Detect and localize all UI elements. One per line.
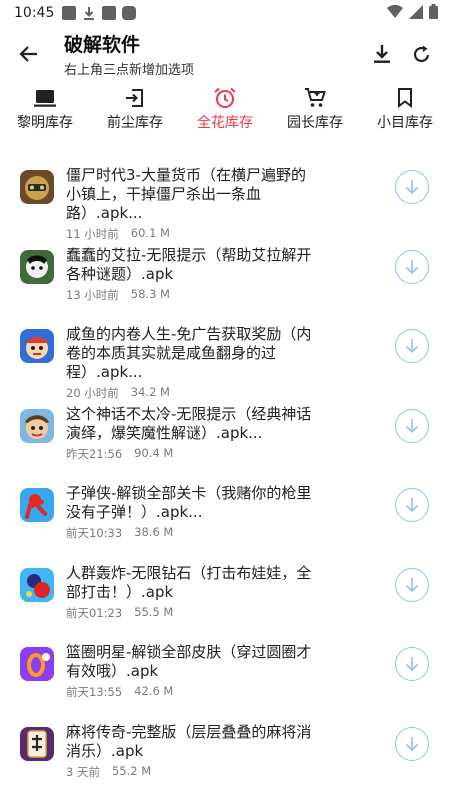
app-meta: 昨天21:56 90.4 M — [66, 446, 173, 462]
refresh-icon — [413, 45, 430, 63]
system-status-icons — [387, 4, 438, 19]
update-time: 前天01:23 — [66, 605, 123, 620]
file-size: 42.6 M — [134, 684, 174, 698]
category-tabs: 黎明库存 前尘库存 全花库存 园长库存 小目库存 — [0, 84, 450, 134]
crowd-bomb-app-icon — [20, 567, 54, 602]
status-bar: 10:45 — [0, 0, 450, 26]
mahjong-app-icon — [20, 726, 54, 761]
app-name: 蠢蠢的艾拉-无限提示（帮助艾拉解开各种谜题）.apk — [66, 245, 312, 283]
myth-app-icon — [20, 408, 54, 443]
tab-label: 黎明库存 — [17, 115, 73, 131]
arrow-down-icon — [405, 418, 419, 433]
download-icon — [374, 45, 390, 63]
app-name: 子弹侠-解锁全部关卡（我赌你的枪里没有子弹！）.apk... — [66, 484, 312, 521]
tab-label: 小目库存 — [377, 115, 433, 131]
update-time: 3 天前 — [66, 764, 100, 779]
app-name: 麻将传奇-完整版（层层叠叠的麻将消消乐）.apk — [66, 722, 312, 760]
arrow-down-icon — [405, 339, 419, 354]
list-item[interactable]: 子弹侠-解锁全部关卡（我赌你的枪里没有子弹！）.apk... 前天10:33 3… — [0, 476, 450, 556]
tab-label: 园长库存 — [287, 115, 343, 131]
app-notification-icon — [102, 6, 117, 20]
app-meta: 前天13:55 42.6 M — [66, 684, 173, 700]
app-name: 人群轰炸-无限钻石（打击布娃娃，全部打击！）.apk — [66, 563, 312, 601]
arrow-down-icon — [405, 657, 419, 672]
list-item[interactable]: 篮圈明星-解锁全部皮肤（穿过圆圈才有效哦）.apk 前天13:55 42.6 M — [0, 635, 450, 715]
download-button[interactable] — [395, 488, 429, 522]
app-name: 咸鱼的内卷人生-免广告获取奖励（内卷的本质其实就是咸鱼翻身的过程）.apk... — [66, 325, 312, 381]
app-meta: 前天01:23 55.5 M — [66, 605, 173, 621]
tab-quanhua[interactable]: 全花库存 — [180, 84, 270, 134]
bullet-man-app-icon — [20, 488, 54, 522]
download-notification-icon — [82, 6, 96, 20]
download-button[interactable] — [395, 567, 429, 602]
download-button[interactable] — [395, 647, 429, 681]
login-icon — [125, 86, 145, 110]
page-subtitle: 右上角三点新增加选项 — [64, 63, 195, 78]
app-meta: 13 小时前 58.3 M — [66, 287, 170, 303]
list-item[interactable]: 僵尸时代3-大量货币（在横尸遍野的小镇上，干掉僵尸杀出一条血路）.apk... … — [0, 158, 450, 241]
update-time: 昨天21:56 — [66, 446, 123, 461]
tab-yuanzhang[interactable]: 园长库存 — [270, 84, 360, 134]
wifi-icon — [387, 4, 403, 18]
tab-label: 全花库存 — [197, 115, 253, 131]
file-size: 55.2 M — [111, 763, 152, 778]
file-size: 90.4 M — [134, 445, 174, 460]
list-item[interactable]: 蠢蠢的艾拉-无限提示（帮助艾拉解开各种谜题）.apk 13 小时前 58.3 M — [0, 238, 450, 318]
notification-icons — [62, 6, 137, 20]
arrow-down-icon — [405, 498, 419, 513]
download-button[interactable] — [395, 726, 429, 761]
file-size: 58.3 M — [130, 286, 170, 301]
tab-qianchen[interactable]: 前尘库存 — [90, 84, 180, 134]
download-button[interactable] — [368, 40, 396, 68]
salted-fish-app-icon — [20, 329, 54, 363]
list-item[interactable]: 咸鱼的内卷人生-免广告获取奖励（内卷的本质其实就是咸鱼翻身的过程）.apk...… — [0, 317, 450, 400]
page-title: 破解软件 — [64, 34, 141, 56]
tab-label: 前尘库存 — [107, 115, 163, 131]
hoop-star-app-icon — [20, 647, 54, 681]
battery-icon — [429, 4, 438, 19]
refresh-button[interactable] — [408, 40, 436, 68]
ella-app-icon — [20, 249, 54, 284]
cart-icon — [304, 86, 326, 110]
list-item[interactable]: 麻将传奇-完整版（层层叠叠的麻将消消乐）.apk 3 天前 55.2 M — [0, 715, 450, 795]
arrow-left-icon — [19, 46, 37, 62]
status-time: 10:45 — [14, 5, 55, 21]
back-button[interactable] — [14, 40, 42, 68]
notification-icon — [62, 6, 77, 20]
tab-xiaomu[interactable]: 小目库存 — [360, 84, 450, 134]
download-button[interactable] — [395, 329, 429, 363]
arrow-down-icon — [405, 180, 419, 195]
app-meta: 前天10:33 38.6 M — [66, 525, 173, 541]
download-button[interactable] — [395, 408, 429, 443]
app-list: 僵尸时代3-大量货币（在横尸遍野的小镇上，干掉僵尸杀出一条血路）.apk... … — [0, 158, 450, 794]
alarm-icon — [213, 86, 237, 110]
download-button[interactable] — [395, 249, 429, 284]
laptop-icon — [34, 86, 56, 110]
bookmark-icon — [397, 86, 413, 110]
app-name: 篮圈明星-解锁全部皮肤（穿过圆圈才有效哦）.apk — [66, 643, 312, 680]
app-name: 这个神话不太冷-无限提示（经典神话演绎，爆笑魔性解谜）.apk... — [66, 404, 312, 442]
update-time: 13 小时前 — [66, 287, 119, 302]
arrow-down-icon — [405, 259, 419, 274]
signal-icon — [409, 4, 423, 19]
list-item[interactable]: 人群轰炸-无限钻石（打击布娃娃，全部打击！）.apk 前天01:23 55.5 … — [0, 556, 450, 636]
app-bar: 破解软件 右上角三点新增加选项 — [0, 26, 450, 82]
download-button[interactable] — [395, 170, 429, 204]
zombie-age-app-icon — [20, 170, 54, 204]
update-time: 前天13:55 — [66, 685, 123, 699]
arrow-down-icon — [405, 736, 419, 751]
arrow-down-icon — [405, 577, 419, 592]
app-meta: 3 天前 55.2 M — [66, 764, 151, 780]
app-notification-icon-2 — [122, 6, 137, 20]
list-item[interactable]: 这个神话不太冷-无限提示（经典神话演绎，爆笑魔性解谜）.apk... 昨天21:… — [0, 397, 450, 477]
file-size: 55.5 M — [134, 604, 174, 619]
app-name: 僵尸时代3-大量货币（在横尸遍野的小镇上，干掉僵尸杀出一条血路）.apk... — [66, 166, 306, 222]
file-size: 38.6 M — [134, 525, 174, 539]
tab-liming[interactable]: 黎明库存 — [0, 84, 90, 134]
update-time: 前天10:33 — [66, 526, 123, 540]
